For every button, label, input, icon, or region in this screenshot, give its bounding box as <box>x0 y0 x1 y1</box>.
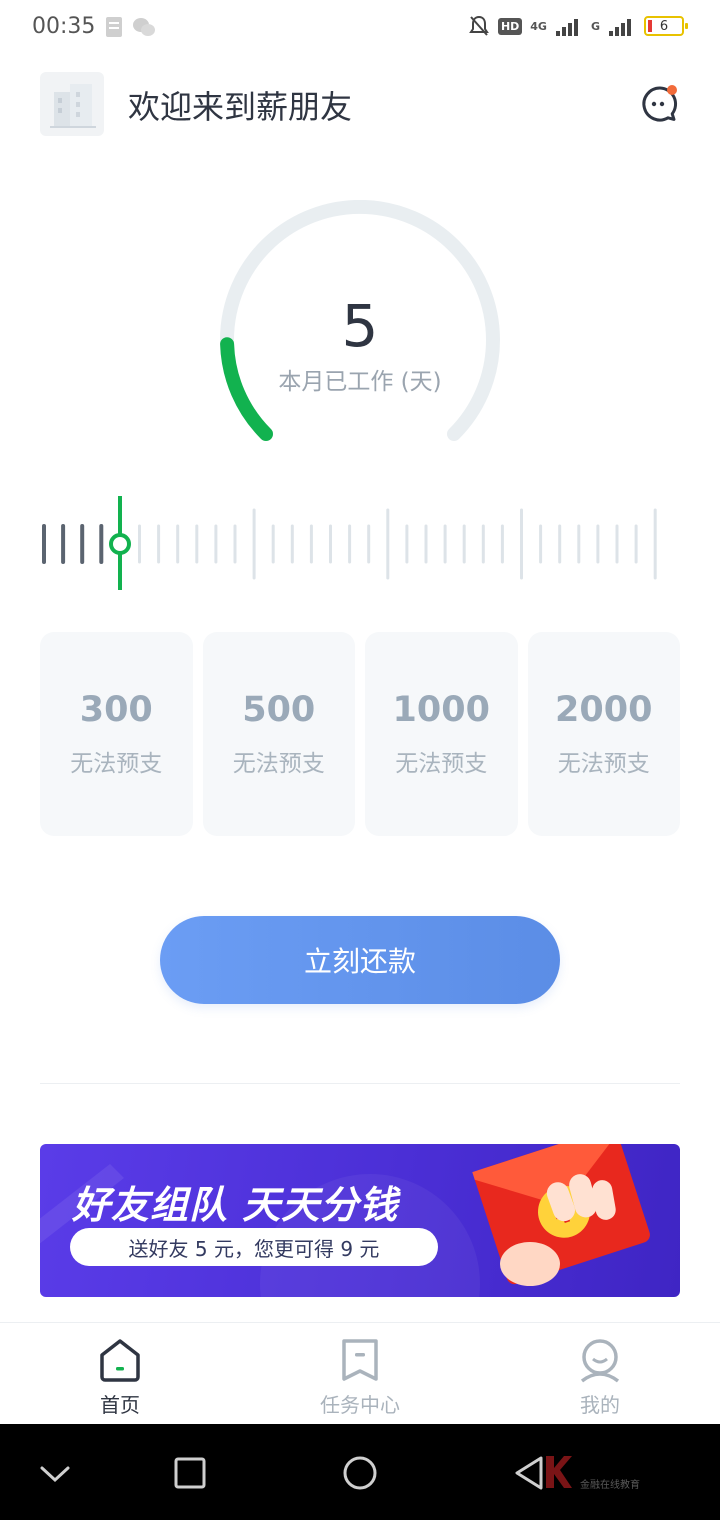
notes-icon <box>106 17 122 37</box>
network-type-2: G <box>590 19 600 33</box>
status-right: HD 4G G 6 <box>468 14 688 38</box>
tab-profile[interactable]: 我的 <box>480 1323 720 1425</box>
status-bar: 00:35 HD 4G G 6 <box>0 0 720 56</box>
hd-badge: HD <box>497 17 523 35</box>
header: 欢迎来到薪朋友 <box>40 72 680 136</box>
company-logo <box>40 72 104 136</box>
mute-bell-icon <box>469 15 489 36</box>
network-type: 4G <box>530 19 547 33</box>
amount-options: 300 无法预支 500 无法预支 1000 无法预支 2000 无法预支 <box>40 632 680 836</box>
banner-subtitle-pill: 送好友 5 元，您更可得 9 元 <box>70 1228 438 1266</box>
amount-status: 无法预支 <box>395 751 488 777</box>
signal-icon <box>555 19 578 36</box>
work-days-label: 本月已工作 (天) <box>278 369 442 395</box>
referral-banner[interactable]: 好友组队 天天分钱 送好友 5 元，您更可得 9 元 ¥ <box>40 1144 680 1297</box>
amount-value: 500 <box>242 690 316 730</box>
amount-value: 1000 <box>392 690 490 730</box>
signal-icon-2 <box>609 19 631 36</box>
bookmark-icon <box>342 1339 378 1381</box>
work-days-gauge: 5 本月已工作 (天) <box>210 199 510 460</box>
watermark-text: 金融在线教育 <box>580 1480 640 1491</box>
tab-label: 我的 <box>580 1393 620 1417</box>
amount-status: 无法预支 <box>70 751 163 777</box>
repay-now-button[interactable]: 立刻还款 <box>160 916 560 1004</box>
home-nav-icon[interactable] <box>335 1448 385 1498</box>
ruler-handle[interactable] <box>109 533 131 555</box>
tab-task-center[interactable]: 任务中心 <box>240 1323 480 1425</box>
amount-card[interactable]: 2000 无法预支 <box>527 632 680 836</box>
tab-label: 首页 <box>100 1393 140 1417</box>
status-time: 00:35 <box>32 14 96 39</box>
amount-card[interactable]: 1000 无法预支 <box>365 632 518 836</box>
banner-title: 好友组队 天天分钱 <box>72 1183 399 1227</box>
divider <box>40 1083 680 1084</box>
work-days-value: 5 <box>341 292 379 360</box>
day-ruler[interactable] <box>0 490 720 600</box>
page-title: 欢迎来到薪朋友 <box>128 88 353 126</box>
user-icon <box>580 1339 620 1383</box>
banner-subtitle: 送好友 5 元，您更可得 9 元 <box>128 1236 380 1261</box>
amount-card[interactable]: 300 无法预支 <box>40 632 193 836</box>
chevron-down-icon[interactable] <box>30 1448 80 1498</box>
amount-card[interactable]: 500 无法预支 <box>202 632 355 836</box>
watermark-logo-icon <box>546 1456 572 1488</box>
home-icon <box>100 1339 140 1382</box>
amount-value: 300 <box>79 690 153 730</box>
amount-value: 2000 <box>555 690 653 730</box>
red-envelope-icon: ¥ <box>472 1144 650 1286</box>
amount-status: 无法预支 <box>232 751 325 777</box>
tab-label: 任务中心 <box>320 1393 400 1417</box>
tab-home[interactable]: 首页 <box>0 1323 240 1425</box>
chat-bubble-icon <box>642 85 678 122</box>
status-left-icons <box>104 16 156 38</box>
battery-icon: 6 <box>644 16 688 36</box>
message-button[interactable] <box>640 84 680 124</box>
wechat-icon <box>133 18 155 36</box>
building-icon <box>50 84 96 128</box>
amount-status: 无法预支 <box>557 751 650 777</box>
system-nav-bar: 金融在线教育 <box>0 1424 720 1520</box>
ruler-ticks <box>42 496 657 590</box>
watermark: 金融在线教育 <box>542 1454 672 1494</box>
battery-level: 6 <box>659 18 669 34</box>
tab-bar: 首页 任务中心 我的 <box>0 1322 720 1424</box>
recent-apps-icon[interactable] <box>165 1448 215 1498</box>
